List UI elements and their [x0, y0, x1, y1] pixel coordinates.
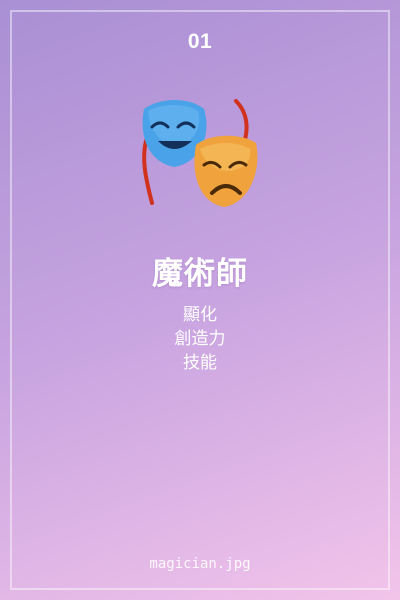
keyword-item: 技能 — [183, 353, 217, 373]
tarot-card: 01 魔術師 顯化 創造力 技能 magician.jpg — [0, 0, 400, 600]
image-filename: magician.jpg — [149, 556, 251, 572]
card-number: 01 — [187, 30, 213, 53]
keyword-item: 創造力 — [174, 329, 226, 349]
card-title: 魔術師 — [152, 256, 248, 292]
performing-arts-masks-icon — [142, 99, 258, 207]
keyword-item: 顯化 — [183, 305, 217, 325]
keyword-list: 顯化 創造力 技能 — [0, 303, 400, 375]
